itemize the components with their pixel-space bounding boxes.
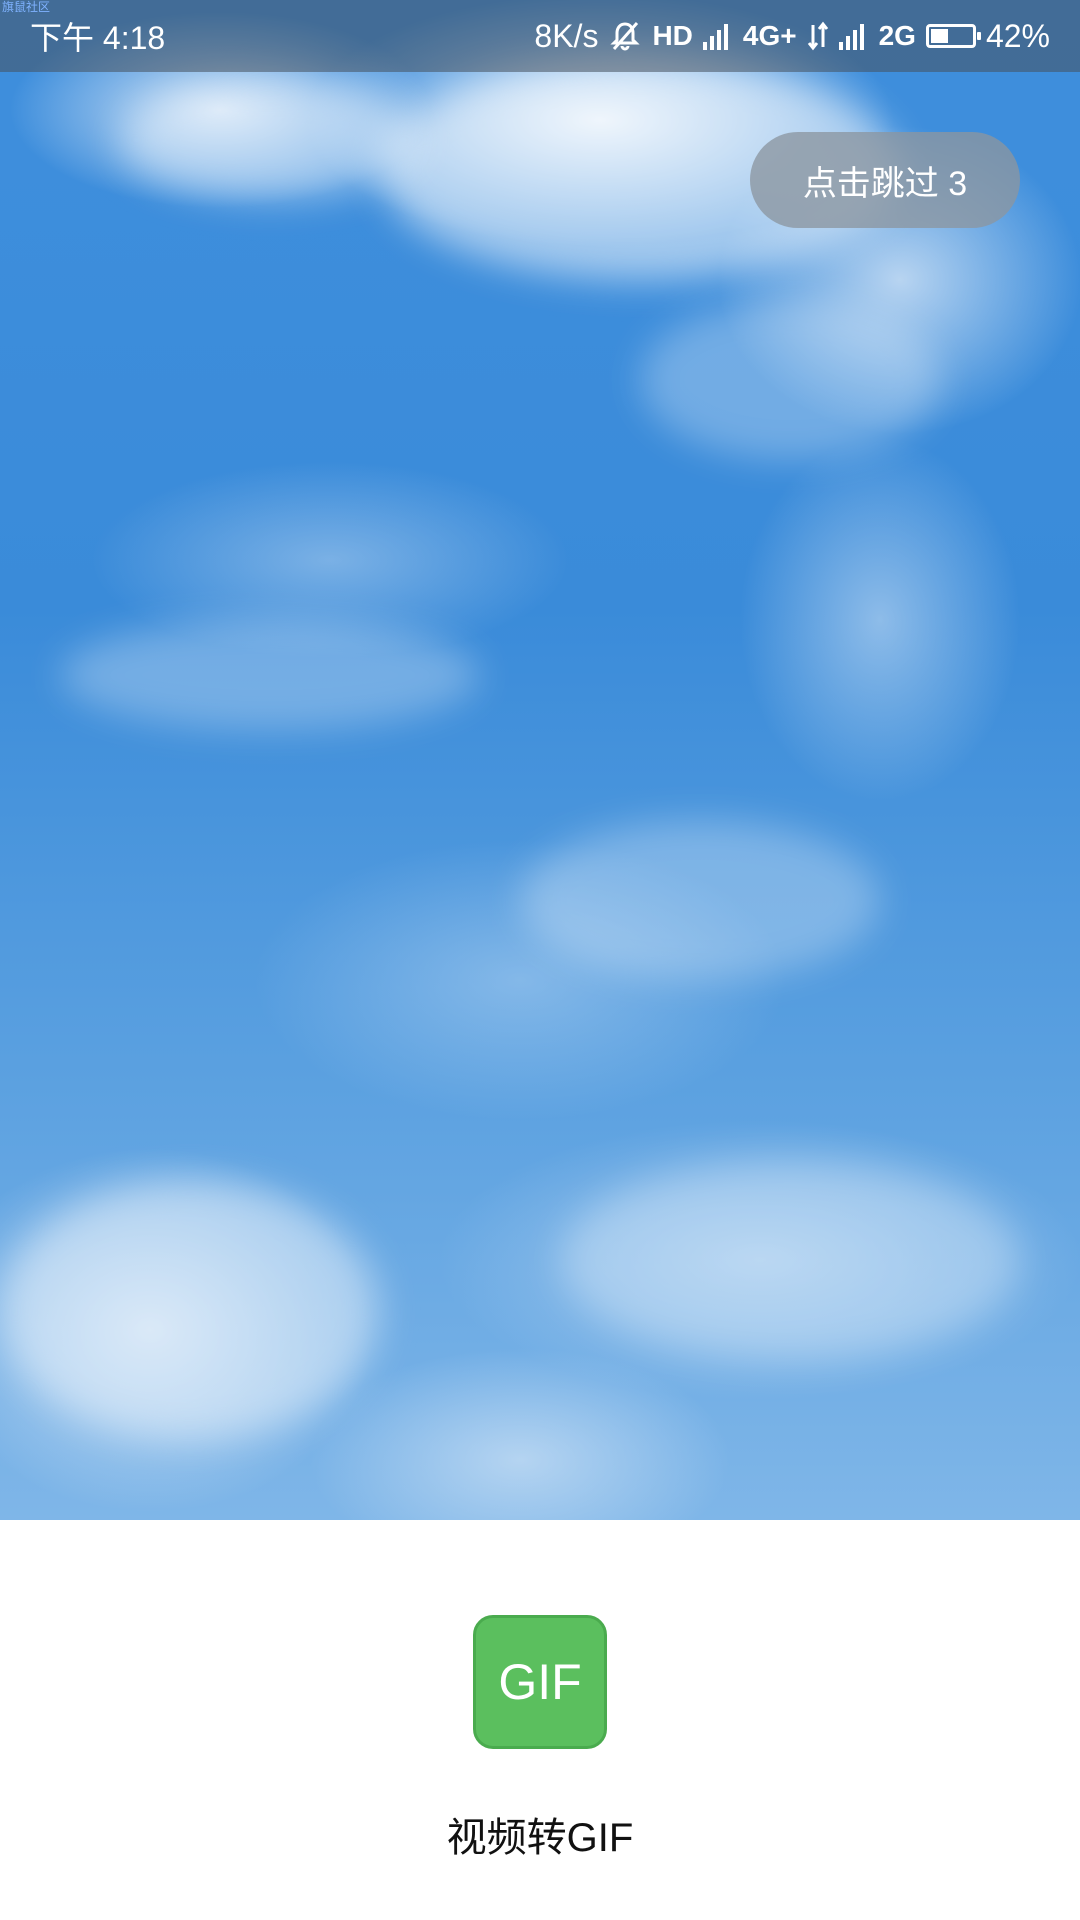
hd-indicator: HD — [652, 20, 693, 51]
mute-bell-icon — [608, 19, 642, 53]
status-time: 下午 4:18 — [30, 20, 166, 56]
signal-icon — [702, 22, 733, 50]
watermark-tag: 旗鼠社区 — [2, 0, 51, 14]
battery-percent: 42% — [985, 17, 1050, 54]
skip-button[interactable]: 点击跳过 3 — [750, 132, 1020, 228]
network-type-primary: 4G+ — [742, 20, 797, 51]
signal-icon-secondary — [838, 22, 869, 50]
network-speed: 8K/s — [534, 17, 599, 54]
splash-image — [0, 0, 1080, 1520]
battery-icon — [925, 24, 981, 48]
status-bar: 旗鼠社区 下午 4:18 8K/s HD 4G+ 2G 42% — [0, 0, 1080, 72]
brand-footer: GIF 视频转GIF — [0, 1520, 1080, 1920]
app-logo-icon: GIF — [473, 1615, 607, 1749]
app-name: 视频转GIF — [446, 1816, 634, 1860]
data-arrows-icon — [807, 21, 829, 51]
network-type-secondary: 2G — [878, 20, 916, 51]
